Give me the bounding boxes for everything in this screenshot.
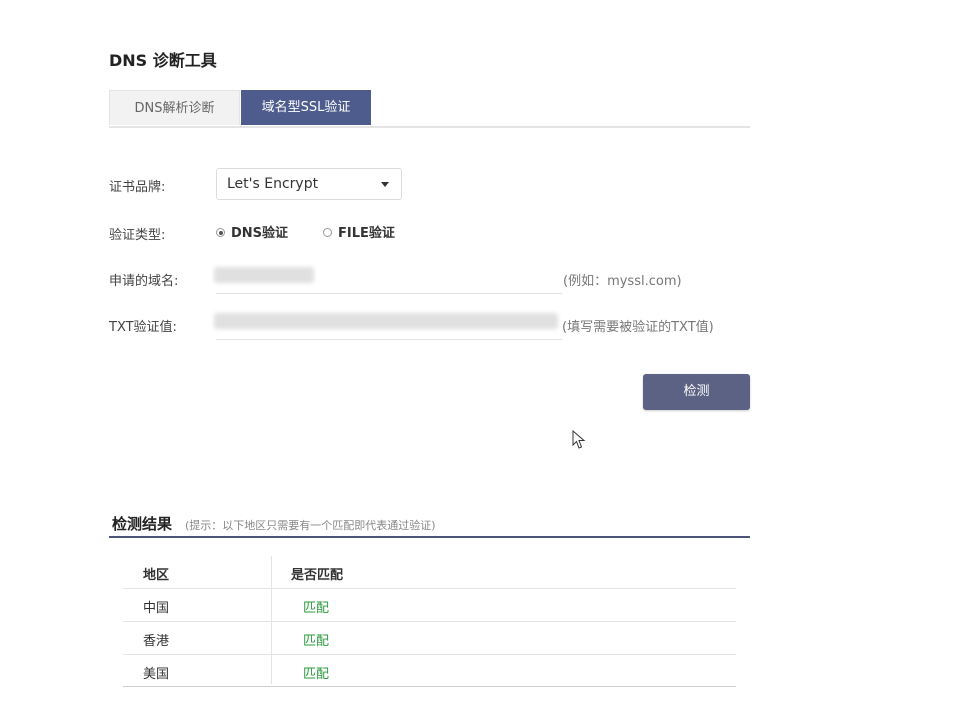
result-table: 地区 是否匹配 中国 匹配 香港 匹配 美国 匹配: [123, 556, 736, 687]
check-button[interactable]: 检测: [643, 374, 750, 410]
type-label: 验证类型:: [109, 228, 166, 243]
tab-dns-diagnosis[interactable]: DNS解析诊断: [109, 90, 240, 125]
table-row: 香港 匹配: [123, 622, 736, 655]
txt-hint: (填写需要被验证的TXT值): [562, 320, 714, 335]
redacted-txt-value: [214, 313, 558, 329]
radio-file[interactable]: FILE验证: [323, 222, 395, 241]
result-title: 检测结果: [112, 515, 173, 533]
row-region: 香港: [143, 634, 170, 649]
redacted-domain: [214, 267, 314, 283]
mouse-cursor-icon: [572, 430, 586, 449]
table-row: 美国 匹配: [123, 655, 736, 687]
radio-file-label: FILE验证: [338, 226, 395, 241]
result-hint: (提示：以下地区只需要有一个匹配即代表通过验证): [185, 519, 436, 532]
brand-select[interactable]: Let's Encrypt: [216, 168, 402, 200]
domain-hint: (例如：myssl.com): [563, 274, 682, 289]
row-match-status: 匹配: [303, 601, 330, 616]
radio-unchecked-icon: [323, 228, 332, 237]
txt-label: TXT验证值:: [109, 320, 177, 335]
column-header-region: 地区: [143, 568, 170, 583]
brand-select-value: Let's Encrypt: [227, 176, 319, 192]
chevron-down-icon: [381, 182, 389, 187]
radio-dns[interactable]: DNS验证: [216, 222, 288, 241]
row-region: 美国: [143, 667, 170, 682]
radio-checked-icon: [216, 228, 225, 237]
table-header-row: 地区 是否匹配: [123, 556, 736, 589]
txt-input[interactable]: [214, 309, 562, 340]
brand-label: 证书品牌:: [109, 180, 166, 195]
tab-bar: DNS解析诊断 域名型SSL验证: [109, 90, 750, 128]
page-title: DNS 诊断工具: [109, 51, 217, 70]
column-header-match: 是否匹配: [291, 568, 344, 583]
result-header: 检测结果 (提示：以下地区只需要有一个匹配即代表通过验证): [109, 511, 750, 538]
row-match-status: 匹配: [303, 667, 330, 682]
domain-input[interactable]: [214, 263, 562, 294]
row-region: 中国: [143, 601, 170, 616]
radio-dns-label: DNS验证: [231, 226, 289, 241]
table-row: 中国 匹配: [123, 589, 736, 622]
domain-label: 申请的域名:: [109, 274, 179, 289]
row-match-status: 匹配: [303, 634, 330, 649]
tab-ssl-verification[interactable]: 域名型SSL验证: [241, 90, 371, 125]
